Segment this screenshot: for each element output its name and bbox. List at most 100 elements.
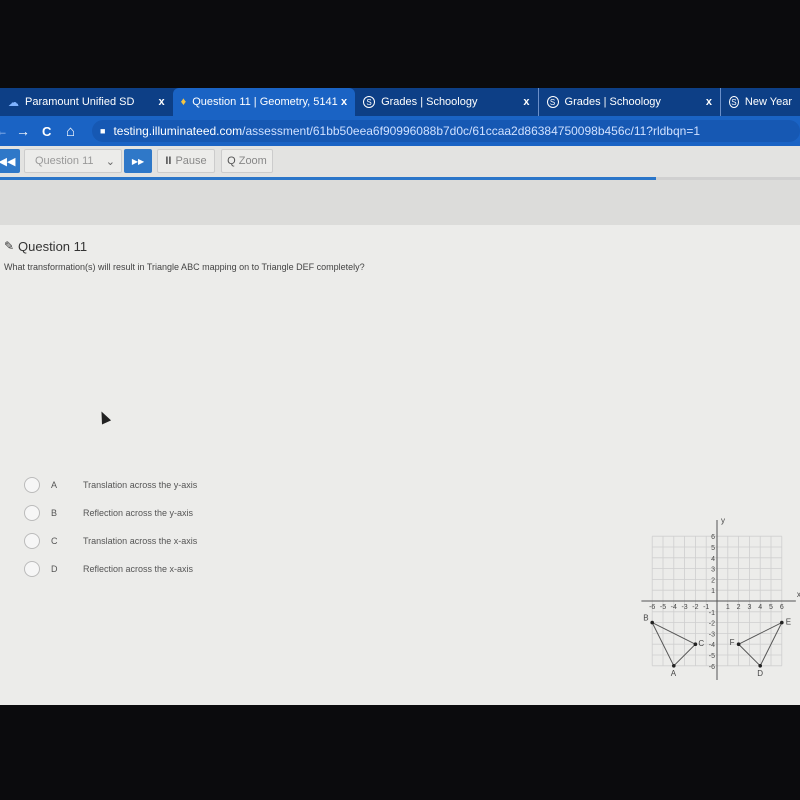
cloud-icon: ☁ — [8, 96, 19, 109]
option-b[interactable]: B Reflection across the y-axis — [24, 504, 193, 522]
y-tick-label: 5 — [711, 545, 715, 552]
y-tick-label: -5 — [709, 653, 715, 660]
question-select-value: Question 11 — [35, 155, 94, 167]
point-f — [736, 642, 741, 646]
close-icon[interactable]: x — [158, 96, 164, 108]
x-tick-label: 4 — [758, 604, 762, 611]
tab-paramount[interactable]: ☁ Paramount Unified SD x — [0, 88, 173, 116]
y-tick-label: 2 — [711, 577, 715, 584]
tab-label: New Year — [744, 96, 792, 108]
close-icon[interactable]: x — [706, 96, 712, 108]
x-tick-label: -6 — [649, 604, 655, 611]
tab-grades-2[interactable]: S Grades | Schoology x — [537, 88, 720, 116]
option-letter: D — [51, 564, 58, 574]
option-c[interactable]: C Translation across the x-axis — [24, 532, 197, 550]
schoology-icon: S — [363, 96, 376, 108]
x-tick-label: 3 — [747, 604, 751, 611]
point-label: C — [698, 639, 704, 648]
question-panel: ✎ Question 11 What transformation(s) wil… — [0, 225, 800, 705]
url-path: /assessment/61bb50eea6f90996088b7d0c/61c… — [242, 124, 701, 138]
magnifier-icon: Q — [227, 155, 236, 167]
point-d — [758, 664, 762, 668]
x-tick-label: 6 — [780, 604, 784, 611]
option-letter: A — [51, 480, 58, 490]
tab-label: Grades | Schoology — [381, 96, 478, 108]
x-tick-label: -5 — [660, 604, 666, 611]
header-band — [0, 180, 800, 225]
y-tick-label: 4 — [711, 556, 715, 563]
y-tick-label: -4 — [709, 642, 715, 649]
assessment-toolbar: ◀◀ Question 11 ⌄ ▶▶ II Pause Q Zoom — [0, 146, 800, 180]
y-tick-label: 1 — [711, 588, 715, 595]
tab-grades-1[interactable]: S Grades | Schoology x — [355, 88, 537, 116]
question-select[interactable]: Question 11 ⌄ — [24, 149, 122, 173]
pause-label: Pause — [175, 155, 207, 167]
illuminate-icon: ♦ — [180, 96, 187, 108]
y-tick-label: -2 — [709, 621, 715, 628]
y-tick-label: -6 — [709, 664, 715, 671]
radio-button[interactable] — [24, 533, 40, 549]
y-tick-label: -1 — [709, 610, 715, 617]
option-label: Translation across the y-axis — [83, 480, 198, 490]
question-text: What transformation(s) will result in Tr… — [4, 262, 365, 272]
y-axis-label: y — [721, 516, 725, 525]
option-label: Reflection across the y-axis — [83, 508, 194, 518]
point-c — [693, 642, 698, 646]
tab-bar: ☁ Paramount Unified SD x ♦ Question 11 | Ge… — [0, 88, 800, 116]
x-tick-label: -2 — [692, 604, 698, 611]
x-tick-label: 5 — [769, 604, 773, 611]
pause-button[interactable]: II Pause — [157, 149, 215, 173]
lock-icon: ■ — [100, 126, 106, 136]
option-label: Translation across the x-axis — [83, 536, 198, 546]
question-title: Question 11 — [18, 239, 88, 254]
point-b — [650, 620, 654, 625]
point-label: D — [757, 669, 763, 678]
url-bar[interactable]: ■ testing.illuminateed.com/assessment/61… — [92, 120, 800, 142]
y-tick-label: 6 — [711, 534, 715, 541]
close-icon[interactable]: x — [523, 96, 529, 108]
point-label: A — [671, 669, 677, 678]
mouse-cursor-icon — [96, 409, 112, 425]
tab-question-11[interactable]: ♦ Question 11 | Geometry, 5141 x — [172, 88, 356, 116]
option-letter: C — [51, 536, 58, 546]
pencil-icon: ✎ — [4, 239, 15, 253]
schoology-icon: S — [728, 96, 739, 108]
chevron-down-icon: ⌄ — [105, 155, 115, 168]
option-d[interactable]: D Reflection across the x-axis — [24, 560, 193, 578]
tab-label: Paramount Unified SD — [25, 96, 135, 108]
tab-label: Grades | Schoology — [564, 96, 661, 108]
reload-icon[interactable]: C — [42, 124, 51, 139]
point-label: B — [643, 614, 648, 623]
radio-button[interactable] — [24, 561, 40, 577]
next-question-button[interactable]: ▶▶ — [124, 149, 152, 173]
x-tick-label: 2 — [737, 604, 741, 611]
zoom-button[interactable]: Q Zoom — [221, 149, 273, 173]
radio-button[interactable] — [24, 477, 40, 493]
tab-label: Question 11 | Geometry, 5141 — [192, 96, 338, 108]
forward-icon[interactable]: → — [16, 123, 30, 139]
address-bar-row: ← → C ⌂ ■ testing.illuminateed.com/asses… — [0, 116, 800, 146]
zoom-label: Zoom — [238, 155, 267, 167]
option-letter: B — [51, 508, 58, 518]
y-tick-label: 3 — [711, 567, 715, 574]
back-icon[interactable]: ← — [0, 124, 8, 138]
pause-icon: II — [165, 155, 172, 167]
x-tick-label: 1 — [726, 604, 730, 611]
home-icon[interactable]: ⌂ — [66, 123, 75, 140]
url-host: testing.illuminateed.com — [113, 124, 243, 138]
tab-new-year[interactable]: S New Year — [719, 88, 800, 116]
coordinate-graph: xy-6-6-5-5-4-4-3-3-2-2-1-1112233445566AB… — [641, 516, 800, 680]
option-a[interactable]: A Translation across the y-axis — [24, 476, 197, 494]
radio-button[interactable] — [24, 505, 40, 521]
schoology-icon: S — [546, 96, 559, 108]
point-e — [780, 620, 784, 625]
x-tick-label: -4 — [671, 604, 677, 611]
point-a — [672, 664, 676, 668]
x-tick-label: -3 — [681, 604, 687, 611]
point-label: E — [786, 618, 791, 627]
y-tick-label: -3 — [709, 631, 715, 638]
point-label: F — [730, 638, 735, 647]
previous-question-button[interactable]: ◀◀ — [0, 149, 20, 173]
close-icon[interactable]: x — [341, 96, 347, 108]
option-label: Reflection across the x-axis — [83, 564, 194, 574]
